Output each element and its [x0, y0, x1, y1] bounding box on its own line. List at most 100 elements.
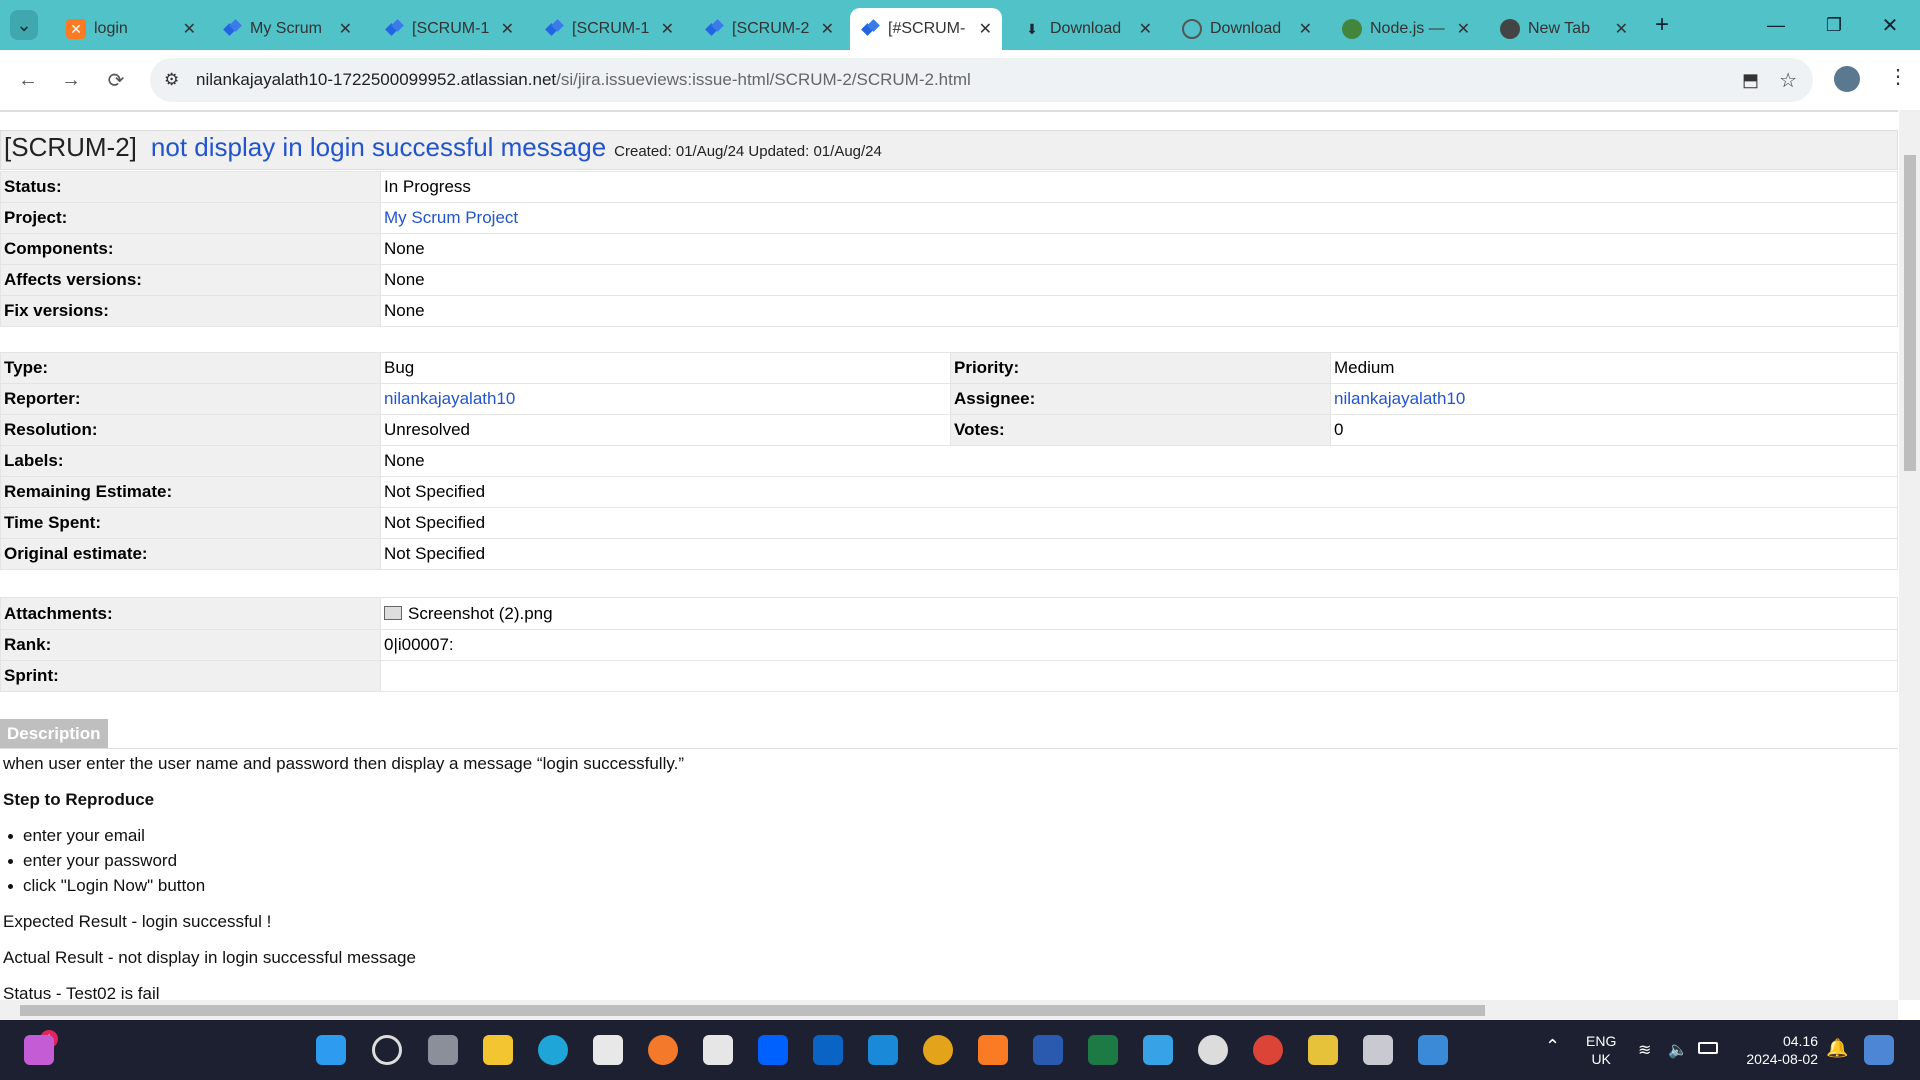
tab-title: [SCRUM-2: [732, 20, 810, 37]
battery-icon[interactable]: [1698, 1042, 1718, 1054]
issue-title-link[interactable]: not display in login successful message: [151, 132, 606, 163]
file-explorer-icon[interactable]: [483, 1035, 513, 1065]
minimize-button[interactable]: —: [1762, 10, 1790, 40]
attachment-link[interactable]: Screenshot (2).png: [408, 604, 553, 623]
store-icon[interactable]: [593, 1035, 623, 1065]
tab-title: New Tab: [1528, 20, 1590, 37]
file-manager-icon[interactable]: [1308, 1035, 1338, 1065]
table-row: Project: My Scrum Project: [0, 202, 1898, 234]
field-label: Components:: [0, 233, 381, 265]
edge-icon[interactable]: [538, 1035, 568, 1065]
address-bar[interactable]: ⚙ nilankajayalath10-1722500099952.atlass…: [150, 58, 1813, 102]
close-icon[interactable]: ✕: [661, 19, 674, 39]
reload-button[interactable]: ⟳: [100, 64, 132, 96]
tab-title: [#SCRUM-: [888, 20, 966, 37]
excel-icon[interactable]: [1088, 1035, 1118, 1065]
xampp-icon[interactable]: [978, 1035, 1008, 1065]
jira-icon: [222, 19, 242, 39]
nodejs-icon: [1342, 19, 1362, 39]
tab-3[interactable]: [SCRUM-1 ✕: [534, 8, 684, 50]
outlook-icon[interactable]: [813, 1035, 843, 1065]
close-icon[interactable]: ✕: [1615, 19, 1628, 39]
cypress-icon[interactable]: [1198, 1035, 1228, 1065]
word-icon[interactable]: [1033, 1035, 1063, 1065]
scroll-thumb[interactable]: [1904, 155, 1916, 471]
tab-8[interactable]: Node.js — ✕: [1332, 8, 1480, 50]
field-value[interactable]: Screenshot (2).png: [380, 597, 1898, 630]
votes-value: 0: [1330, 414, 1898, 446]
tab-title: Download: [1050, 20, 1122, 37]
forward-button[interactable]: →: [55, 64, 87, 96]
chevron-up-icon[interactable]: ⌃: [1545, 1036, 1560, 1057]
vscode-icon[interactable]: [868, 1035, 898, 1065]
amazon-icon[interactable]: [703, 1035, 733, 1065]
task-view-icon[interactable]: [428, 1035, 458, 1065]
copilot-icon[interactable]: [1864, 1035, 1894, 1065]
install-app-icon[interactable]: ⬒: [1742, 70, 1759, 91]
site-info-icon[interactable]: ⚙: [164, 70, 179, 90]
field-value: [380, 660, 1898, 692]
priority-value: Medium: [1330, 352, 1898, 384]
tab-4[interactable]: [SCRUM-2 ✕: [694, 8, 844, 50]
dropbox-icon[interactable]: [758, 1035, 788, 1065]
notepad-icon[interactable]: [1143, 1035, 1173, 1065]
close-icon[interactable]: ✕: [183, 19, 196, 39]
table-row: Affects versions: None: [0, 264, 1898, 296]
table-row: Attachments: Screenshot (2).png: [0, 597, 1898, 630]
tab-2[interactable]: [SCRUM-1 ✕: [374, 8, 524, 50]
reporter-link[interactable]: nilankajayalath10: [380, 383, 951, 415]
time-text: 04.16: [1782, 1033, 1818, 1049]
horizontal-scrollbar[interactable]: [0, 1000, 1898, 1020]
firefox-icon[interactable]: [648, 1035, 678, 1065]
close-icon[interactable]: ✕: [821, 19, 834, 39]
tab-9[interactable]: New Tab ✕: [1490, 8, 1638, 50]
test-status: Status - Test02 is fail: [3, 984, 160, 1000]
scroll-thumb[interactable]: [20, 1005, 1485, 1016]
tab-5[interactable]: [#SCRUM- ✕: [850, 8, 1002, 50]
fields-table-2: Type: Bug Priority: Medium Reporter: nilanka…: [0, 352, 1898, 570]
actual-result: Actual Result - not display in login suc…: [3, 948, 416, 967]
start-windows-icon[interactable]: [316, 1035, 346, 1065]
vertical-scrollbar[interactable]: [1899, 110, 1920, 1000]
close-icon[interactable]: ✕: [1139, 19, 1152, 39]
chrome-icon[interactable]: [923, 1035, 953, 1065]
wifi-icon[interactable]: ≋: [1638, 1040, 1651, 1060]
close-window-button[interactable]: ✕: [1876, 10, 1904, 40]
language-indicator[interactable]: ENG UK: [1586, 1032, 1616, 1068]
bookmark-star-icon[interactable]: ☆: [1779, 68, 1797, 93]
close-icon[interactable]: ✕: [501, 19, 514, 39]
assignee-link[interactable]: nilankajayalath10: [1330, 383, 1898, 415]
volume-icon[interactable]: 🔈: [1668, 1040, 1688, 1060]
description-body: when user enter the user name and passwo…: [3, 754, 1893, 1000]
close-icon[interactable]: ✕: [1457, 19, 1470, 39]
taskbar: 1: [0, 1020, 1920, 1080]
photos-icon[interactable]: [1418, 1035, 1448, 1065]
url-text: nilankajayalath10-1722500099952.atlassia…: [196, 70, 971, 89]
new-tab-button[interactable]: +: [1648, 10, 1676, 40]
list-item: enter your password: [3, 851, 1893, 871]
close-icon[interactable]: ✕: [1299, 19, 1312, 39]
tab-7[interactable]: Download ✕: [1172, 8, 1322, 50]
tab-search-button[interactable]: ⌄: [10, 10, 38, 40]
field-value[interactable]: My Scrum Project: [380, 202, 1898, 234]
fields-table-3: Attachments: Screenshot (2).png Rank: 0|i00…: [0, 597, 1898, 692]
back-button[interactable]: ←: [12, 64, 44, 96]
close-icon[interactable]: ✕: [979, 19, 992, 39]
snipping-tool-icon[interactable]: [1363, 1035, 1393, 1065]
tab-1[interactable]: My Scrum ✕: [212, 8, 362, 50]
search-icon[interactable]: [372, 1035, 402, 1065]
fields-table-1: Status: In Progress Project: My Scrum Proje…: [0, 171, 1898, 327]
assignee-label: Assignee:: [950, 383, 1331, 415]
chrome-icon[interactable]: [1253, 1035, 1283, 1065]
bell-icon[interactable]: 🔔: [1826, 1038, 1848, 1059]
profile-avatar[interactable]: [1834, 66, 1860, 92]
close-icon[interactable]: ✕: [339, 19, 352, 39]
clock[interactable]: 04.16 2024-08-02: [1738, 1032, 1818, 1068]
restore-button[interactable]: ❐: [1820, 10, 1848, 40]
jira-icon: [704, 19, 724, 39]
tab-6[interactable]: ⬇ Download ✕: [1012, 8, 1162, 50]
reporter-label: Reporter:: [0, 383, 381, 415]
tab-0[interactable]: ✕ login ✕: [56, 8, 206, 50]
copilot-app-icon[interactable]: [24, 1035, 54, 1065]
menu-icon[interactable]: ⋮: [1888, 64, 1908, 89]
